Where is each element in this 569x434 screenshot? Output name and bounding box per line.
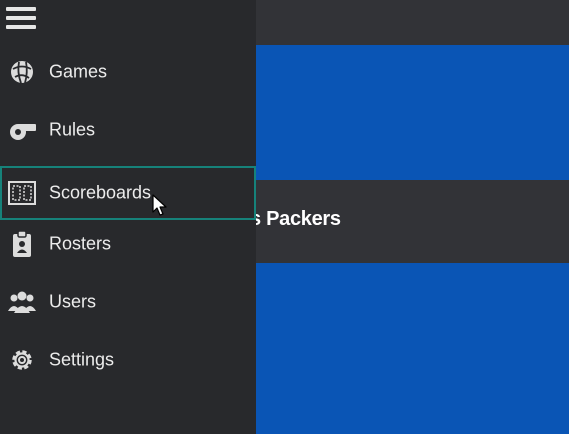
sidebar-item-label: Rosters: [49, 233, 112, 254]
sidebar-item-settings[interactable]: Settings: [0, 334, 256, 386]
sidebar-item-games[interactable]: Games: [0, 46, 256, 98]
sidebar-item-scoreboards[interactable]: Scoreboards: [0, 166, 256, 220]
users-icon: [8, 291, 36, 313]
sidebar-item-label: Scoreboards: [49, 182, 152, 203]
dice-icon: [11, 61, 33, 84]
sidebar-item-rules[interactable]: Rules: [0, 104, 256, 156]
team-name: s Packers: [250, 208, 341, 230]
sidebar-item-label: Games: [49, 61, 108, 82]
team-banner-top[interactable]: [256, 45, 569, 180]
sidebar-item-rosters[interactable]: Rosters: [0, 218, 256, 270]
mouse-pointer-icon: [152, 194, 167, 216]
sidebar-item-label: Rules: [49, 119, 96, 140]
sidebar-item-users[interactable]: Users: [0, 276, 256, 328]
hamburger-menu-icon[interactable]: [6, 5, 36, 32]
sidebar-item-label: Users: [49, 291, 97, 312]
clipboard-icon: [13, 230, 31, 257]
gear-icon: [12, 350, 32, 370]
whistle-icon: [10, 124, 36, 140]
sidebar-item-label: Settings: [49, 349, 115, 370]
sidebar-nav: Games Rules Scoreboards Rosters Users Se…: [0, 0, 256, 434]
team-banner-bottom[interactable]: [256, 263, 569, 434]
scoreboard-icon: [8, 181, 36, 205]
